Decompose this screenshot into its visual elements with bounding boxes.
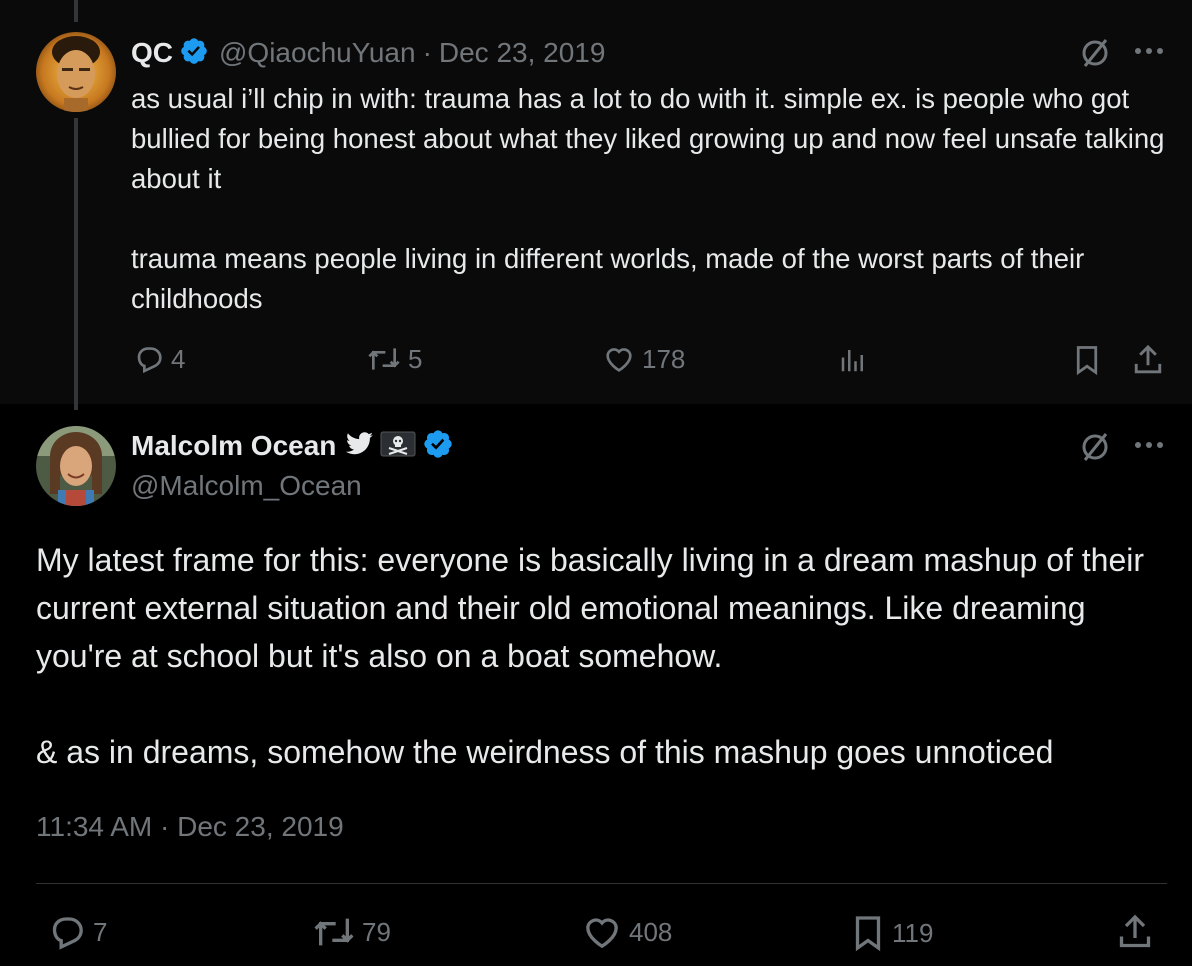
reply-button[interactable]: 7 (47, 912, 107, 952)
reply-icon (47, 912, 87, 952)
thread-line-top (74, 0, 78, 22)
share-icon (1132, 343, 1164, 377)
tweet-text: as usual i’ll chip in with: trauma has a… (131, 83, 1165, 314)
retweet-count: 5 (408, 343, 423, 374)
divider (36, 883, 1167, 884)
retweet-button[interactable]: 79 (312, 912, 391, 952)
bookmark-count: 119 (892, 917, 934, 948)
analytics-icon (838, 345, 868, 375)
grok-icon[interactable] (1078, 36, 1112, 70)
more-icon[interactable] (1133, 46, 1165, 56)
reply-count: 4 (171, 343, 186, 374)
like-button[interactable]: 178 (602, 343, 685, 375)
share-button[interactable] (1117, 912, 1153, 952)
reply-header: QC @QiaochuYuan · Dec 23, 2019 (131, 36, 605, 70)
verified-badge-icon (179, 36, 209, 71)
like-button[interactable]: 408 (581, 912, 672, 952)
retweet-icon (366, 343, 402, 375)
retweet-icon (312, 912, 356, 952)
more-icon[interactable] (1133, 440, 1165, 450)
timestamp[interactable]: 11:34 AM · Dec 23, 2019 (36, 811, 344, 843)
grok-icon[interactable] (1078, 430, 1112, 464)
reply-count: 7 (93, 916, 108, 947)
bookmark-button[interactable]: 119 (850, 912, 933, 954)
thread-line-bottom (74, 118, 78, 410)
tweet-date[interactable]: Dec 23, 2019 (439, 37, 606, 69)
share-icon (1117, 912, 1153, 952)
retweet-button[interactable]: 5 (366, 343, 422, 375)
handle[interactable]: @QiaochuYuan (219, 37, 416, 69)
heart-icon (581, 912, 623, 952)
reply-icon (133, 343, 165, 375)
display-name[interactable]: Malcolm Ocean (131, 430, 336, 462)
bookmark-button[interactable] (1072, 343, 1102, 377)
like-count: 408 (629, 916, 673, 947)
share-button[interactable] (1132, 343, 1164, 377)
views-button[interactable] (838, 345, 868, 375)
bookmark-icon (1072, 343, 1102, 377)
tweet-text: My latest frame for this: everyone is ba… (36, 542, 1145, 770)
pirate-flag-icon (380, 430, 416, 463)
bird-icon (346, 431, 374, 461)
main-header: Malcolm Ocean (131, 428, 454, 464)
avatar[interactable] (36, 426, 116, 506)
bookmark-icon (850, 912, 886, 954)
reply-tweet[interactable]: QC @QiaochuYuan · Dec 23, 2019 as usual … (0, 0, 1192, 410)
verified-badge-icon (422, 428, 454, 465)
like-count: 178 (642, 343, 686, 374)
heart-icon (602, 343, 636, 375)
handle[interactable]: @Malcolm_Ocean (131, 470, 362, 502)
reply-button[interactable]: 4 (133, 343, 185, 375)
retweet-count: 79 (362, 916, 391, 947)
avatar[interactable] (36, 32, 116, 112)
display-name[interactable]: QC (131, 37, 173, 69)
separator: · (422, 37, 432, 68)
